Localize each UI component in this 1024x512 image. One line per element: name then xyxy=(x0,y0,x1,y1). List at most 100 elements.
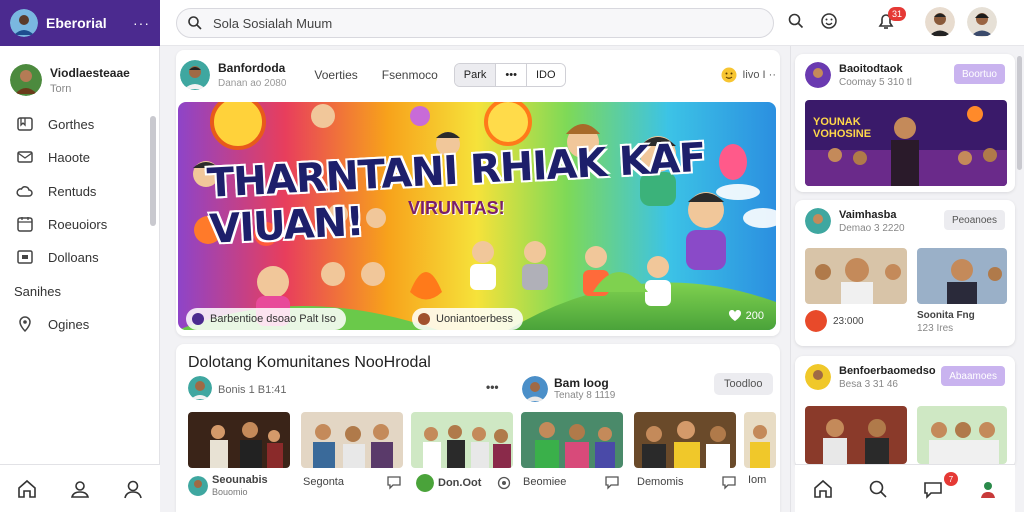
community-user-name[interactable]: Bam Ioog xyxy=(554,376,609,390)
sidebar-item-ogines[interactable]: Ogines xyxy=(16,313,136,335)
right-card-avatar[interactable] xyxy=(805,364,831,390)
more-options-icon[interactable]: ••• xyxy=(486,380,499,394)
right-card-avatar[interactable] xyxy=(805,62,831,88)
sidebar-scrollbar[interactable] xyxy=(150,116,156,226)
app-header: Eberorial ··· xyxy=(0,0,160,46)
right-card-name[interactable]: Baoitodtaok xyxy=(839,63,912,75)
home-icon[interactable] xyxy=(16,478,38,500)
banner-chip[interactable]: Barbentioe dsoao Palt Iso xyxy=(186,308,346,330)
right-card-image[interactable] xyxy=(805,406,907,464)
app-avatar[interactable] xyxy=(10,9,38,37)
sidebar-section-label: Sanihes xyxy=(14,284,61,299)
right-panel-scrollbar[interactable] xyxy=(1017,56,1022,170)
community-thumbnail[interactable] xyxy=(744,412,776,468)
community-creator-avatar[interactable] xyxy=(188,376,212,400)
bottom-nav-right xyxy=(795,464,1015,512)
people-icon[interactable] xyxy=(69,478,91,500)
profile-icon[interactable] xyxy=(977,478,999,500)
community-thumbnail[interactable] xyxy=(301,412,403,468)
right-card-name[interactable]: Vaimhasba xyxy=(839,209,905,221)
community-thumbnail[interactable] xyxy=(521,412,623,468)
profile-subtitle: Torn xyxy=(50,82,72,95)
user-avatar[interactable] xyxy=(925,7,955,37)
post-author-avatar[interactable] xyxy=(180,60,210,90)
community-thumbnail[interactable] xyxy=(411,412,513,468)
sidebar-item-gorthes[interactable]: Gorthes xyxy=(16,113,136,135)
sidebar-item-label: Roeuoiors xyxy=(48,216,108,232)
thumbnail-caption[interactable]: Demomis xyxy=(637,474,737,490)
bookmark-icon xyxy=(16,115,34,133)
search-bar[interactable] xyxy=(176,8,774,38)
caption-name: Seounabis xyxy=(212,474,268,486)
community-thumbnail[interactable] xyxy=(188,412,290,468)
location-icon xyxy=(16,315,34,333)
sidebar-item-label: Haoote xyxy=(48,149,90,165)
search-icon[interactable] xyxy=(867,478,889,500)
post-segment-control: Park ••• IDO xyxy=(453,63,566,87)
right-card-button[interactable]: Abaamoes xyxy=(941,366,1005,386)
community-thumbnail[interactable] xyxy=(634,412,736,468)
banner-chip[interactable]: Uoniantoerbess xyxy=(412,308,524,330)
thumbnail-caption[interactable]: Iom xyxy=(748,474,766,486)
right-card-image[interactable] xyxy=(805,248,907,304)
sidebar-item-dolloans[interactable]: Dolloans xyxy=(16,246,136,268)
post-reactions[interactable]: Iivo I ·· xyxy=(721,67,776,83)
search-icon xyxy=(187,15,203,31)
chip-label: Uoniantoerbess xyxy=(436,313,514,325)
sidebar-item-label: Rentuds xyxy=(48,183,97,199)
search-input[interactable] xyxy=(213,15,763,31)
comment-icon[interactable] xyxy=(604,474,620,490)
post-banner-image[interactable]: THARNTANI RHIAK KAF VIUAN! VIRUNTAS! Bar… xyxy=(178,102,776,330)
sidebar-item-roeuoiors[interactable]: Roeuoiors xyxy=(16,213,136,235)
user-avatar[interactable] xyxy=(967,7,997,37)
emoji-icon[interactable] xyxy=(820,12,838,35)
profile-summary[interactable]: Viodlaesteaae Torn xyxy=(10,62,150,98)
segment-more[interactable]: ••• xyxy=(496,64,527,86)
right-card-meta: Besa 3 31 46 xyxy=(839,378,898,390)
right-card-name[interactable]: Benfoerbaomedso xyxy=(839,365,936,377)
likes-count: 200 xyxy=(745,310,764,322)
post-tab-fsenmoco[interactable]: Fsenmoco xyxy=(382,68,438,82)
right-card-image[interactable] xyxy=(917,406,1007,464)
community-user-avatar[interactable] xyxy=(522,376,548,402)
settings-icon[interactable] xyxy=(497,476,511,490)
sidebar-item-rentuds[interactable]: Rentuds xyxy=(16,180,136,202)
home-icon[interactable] xyxy=(812,478,834,500)
right-card: Vaimhasba Demao 3 2220 Peoanoes 23:000 So… xyxy=(795,200,1015,346)
thumbnail-caption[interactable]: Don.Oot xyxy=(416,474,511,492)
sidebar-item-haoote[interactable]: Haoote xyxy=(16,146,136,168)
thumbnail-caption[interactable]: Seounabis Bouomio xyxy=(188,474,268,498)
more-options-icon[interactable]: ··· xyxy=(133,15,150,31)
thumbnail-caption[interactable]: Segonta xyxy=(303,474,402,490)
profile-avatar xyxy=(10,64,42,96)
right-card-image[interactable] xyxy=(917,248,1007,304)
smile-emoji-icon xyxy=(721,67,737,83)
right-card-meta: Demao 3 2220 xyxy=(839,222,905,234)
thumbnail-caption[interactable]: Beomiee xyxy=(523,474,620,490)
caption-name: Demomis xyxy=(637,476,684,488)
user-icon[interactable] xyxy=(122,478,144,500)
segment-ido[interactable]: IDO xyxy=(526,64,565,86)
post-tab-voerties[interactable]: Voerties xyxy=(314,68,357,82)
follow-button[interactable]: Toodloo xyxy=(714,373,773,395)
comment-icon[interactable] xyxy=(721,474,737,490)
banner-likes[interactable]: 200 xyxy=(728,310,764,322)
right-card-avatar[interactable] xyxy=(805,208,831,234)
messages-icon[interactable] xyxy=(922,478,944,500)
community-title: Dolotang Komunitanes NooHrodal xyxy=(188,354,431,371)
messages-badge: 7 xyxy=(944,472,958,486)
mail-icon xyxy=(16,148,34,166)
right-card-caption[interactable]: Soonita Fng 123 Ires xyxy=(917,310,975,334)
search-icon[interactable] xyxy=(787,12,805,35)
heart-icon xyxy=(728,310,742,322)
chip-dot-icon xyxy=(192,313,204,325)
right-card-button[interactable]: Peoanoes xyxy=(943,210,1005,230)
right-card-image[interactable]: YOUNAK VOHOSINE xyxy=(805,100,1007,186)
caption-avatar xyxy=(188,476,208,496)
segment-park[interactable]: Park xyxy=(454,64,497,86)
right-card-button[interactable]: Boortuo xyxy=(953,64,1005,84)
comment-icon[interactable] xyxy=(386,474,402,490)
right-card-caption[interactable]: 23:000 xyxy=(805,310,864,332)
post-author-name[interactable]: Banfordoda xyxy=(218,61,286,75)
notification-badge: 31 xyxy=(888,7,906,21)
